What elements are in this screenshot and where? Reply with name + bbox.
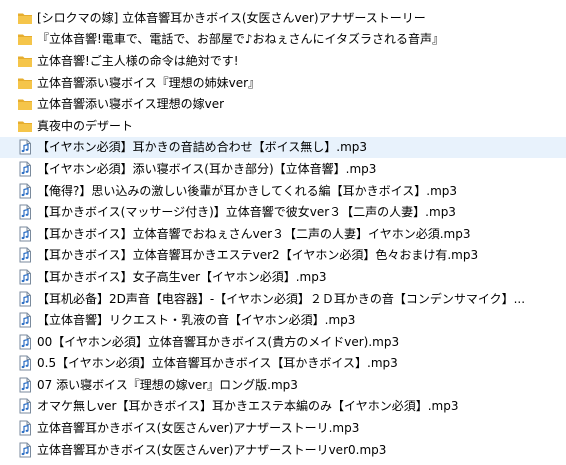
audio-file-icon <box>17 291 33 307</box>
list-item-audio-17[interactable]: 07 添い寝ボイス『理想の嫁ver』ロング版.mp3 <box>0 374 566 396</box>
list-item-audio-14[interactable]: 【立体音響】リクエスト・乳液の音【イヤホン必須】.mp3 <box>0 309 566 331</box>
item-name: 真夜中のデザート <box>37 118 134 133</box>
audio-file-icon <box>17 183 33 199</box>
list-item-audio-12[interactable]: 【耳かきボイス】女子高生ver【イヤホン必須】.mp3 <box>0 266 566 288</box>
audio-file-icon <box>17 312 33 328</box>
item-name: 立体音響耳かきボイス(女医さんver)アナザーストーリver0.mp3 <box>37 442 387 457</box>
item-name: 【耳かきボイス】立体音響でおねぇさんver３【二声の人妻】イヤホン必須.mp3 <box>37 226 471 241</box>
list-item-audio-8[interactable]: 【俺得?】思い込みの激しい後輩が耳かきしてくれる編【耳かきボイス】.mp3 <box>0 180 566 202</box>
list-item-audio-6[interactable]: 【イヤホン必須】耳かきの音詰め合わせ【ボイス無し】.mp3 <box>0 136 566 159</box>
list-item-audio-7[interactable]: 【イヤホン必須】添い寝ボイス(耳かき部分)【立体音響】.mp3 <box>0 158 566 180</box>
folder-icon <box>17 75 33 91</box>
folder-icon <box>17 53 33 69</box>
audio-file-icon <box>17 398 33 414</box>
folder-icon <box>17 96 33 112</box>
list-item-folder-1[interactable]: 『立体音響!電車で、電話で、お部屋で♪おねぇさんにイタズラされる音声』 <box>0 29 566 51</box>
item-name: 【イヤホン必須】添い寝ボイス(耳かき部分)【立体音響】.mp3 <box>37 161 377 176</box>
audio-file-icon <box>17 247 33 263</box>
audio-file-icon <box>17 226 33 242</box>
list-item-audio-9[interactable]: 【耳かきボイス(マッサージ付き)】立体音響で彼女ver３【二声の人妻】.mp3 <box>0 201 566 223</box>
folder-icon <box>17 31 33 47</box>
item-name: 【耳机必备】2D声音【电容器】-【イヤホン必須】２Ｄ耳かきの音【コンデンサマイク… <box>37 291 526 306</box>
list-item-audio-18[interactable]: オマケ無しver【耳かきボイス】耳かきエステ本編のみ【イヤホン必須】.mp3 <box>0 396 566 418</box>
list-item-audio-11[interactable]: 【耳かきボイス】立体音響耳かきエステver2【イヤホン必須】色々おまけ有.mp3 <box>0 245 566 267</box>
audio-file-icon <box>17 269 33 285</box>
list-item-audio-19[interactable]: 立体音響耳かきボイス(女医さんver)アナザーストーリ.mp3 <box>0 417 566 439</box>
list-item-audio-13[interactable]: 【耳机必备】2D声音【电容器】-【イヤホン必須】２Ｄ耳かきの音【コンデンサマイク… <box>0 288 566 310</box>
audio-file-icon <box>17 161 33 177</box>
list-item-audio-16[interactable]: 0.5【イヤホン必須】立体音響耳かきボイス【耳かきボイス】.mp3 <box>0 353 566 375</box>
list-item-folder-0[interactable]: [シロクマの嫁] 立体音響耳かきボイス(女医さんver)アナザーストーリー <box>0 7 566 29</box>
item-name: オマケ無しver【耳かきボイス】耳かきエステ本編のみ【イヤホン必須】.mp3 <box>37 399 459 414</box>
list-item-folder-5[interactable]: 真夜中のデザート <box>0 115 566 137</box>
folder-icon <box>17 10 33 26</box>
item-name: 【立体音響】リクエスト・乳液の音【イヤホン必須】.mp3 <box>37 313 356 328</box>
audio-file-icon <box>17 355 33 371</box>
list-item-folder-2[interactable]: 立体音響!ご主人様の命令は絶対です! <box>0 50 566 72</box>
file-list: [シロクマの嫁] 立体音響耳かきボイス(女医さんver)アナザーストーリー 『立… <box>0 0 566 465</box>
audio-file-icon <box>17 377 33 393</box>
item-name: 【耳かきボイス】立体音響耳かきエステver2【イヤホン必須】色々おまけ有.mp3 <box>37 248 479 263</box>
audio-file-icon <box>17 139 33 155</box>
list-item-folder-4[interactable]: 立体音響添い寝ボイス理想の嫁ver <box>0 93 566 115</box>
item-name: 【耳かきボイス】女子高生ver【イヤホン必須】.mp3 <box>37 269 327 284</box>
list-item-audio-20[interactable]: 立体音響耳かきボイス(女医さんver)アナザーストーリver0.mp3 <box>0 439 566 461</box>
list-item-audio-10[interactable]: 【耳かきボイス】立体音響でおねぇさんver３【二声の人妻】イヤホン必須.mp3 <box>0 223 566 245</box>
audio-file-icon <box>17 442 33 458</box>
item-name: 立体音響!ご主人様の命令は絶対です! <box>37 53 239 68</box>
audio-file-icon <box>17 420 33 436</box>
item-name: 【俺得?】思い込みの激しい後輩が耳かきしてくれる編【耳かきボイス】.mp3 <box>37 183 458 198</box>
audio-file-icon <box>17 334 33 350</box>
list-item-folder-3[interactable]: 立体音響添い寝ボイス『理想の姉妹ver』 <box>0 72 566 94</box>
item-name: 『立体音響!電車で、電話で、お部屋で♪おねぇさんにイタズラされる音声』 <box>37 32 445 47</box>
item-name: 【イヤホン必須】耳かきの音詰め合わせ【ボイス無し】.mp3 <box>37 140 368 155</box>
item-name: 07 添い寝ボイス『理想の嫁ver』ロング版.mp3 <box>37 377 298 392</box>
item-name: 0.5【イヤホン必須】立体音響耳かきボイス【耳かきボイス】.mp3 <box>37 356 398 371</box>
audio-file-icon <box>17 204 33 220</box>
item-name: 立体音響添い寝ボイス理想の嫁ver <box>37 97 225 112</box>
item-name: 00【イヤホン必須】立体音響耳かきボイス(貴方のメイドver).mp3 <box>37 334 400 349</box>
item-name: 【耳かきボイス(マッサージ付き)】立体音響で彼女ver３【二声の人妻】.mp3 <box>37 205 456 220</box>
list-item-audio-15[interactable]: 00【イヤホン必須】立体音響耳かきボイス(貴方のメイドver).mp3 <box>0 331 566 353</box>
folder-icon <box>17 118 33 134</box>
item-name: 立体音響耳かきボイス(女医さんver)アナザーストーリ.mp3 <box>37 421 360 436</box>
item-name: 立体音響添い寝ボイス『理想の姉妹ver』 <box>37 75 261 90</box>
item-name: [シロクマの嫁] 立体音響耳かきボイス(女医さんver)アナザーストーリー <box>37 10 426 25</box>
